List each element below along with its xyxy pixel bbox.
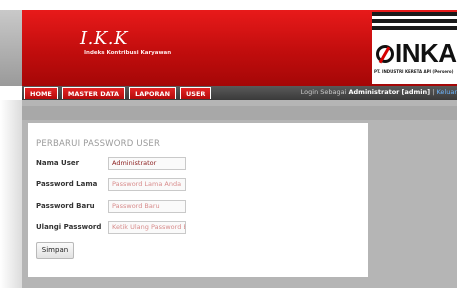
nav-item-home[interactable]: HOME bbox=[24, 87, 58, 99]
nav-item-laporan[interactable]: LAPORAN bbox=[129, 87, 177, 99]
company-logo: INKA PT. INDUSTRI KERETA API (Persero) bbox=[372, 12, 457, 84]
panel-title: PERBARUI PASSWORD USER bbox=[36, 139, 161, 149]
main-menu: HOME MASTER DATA LAPORAN USER bbox=[24, 87, 212, 99]
field-label-password-lama: Password Lama bbox=[36, 180, 98, 188]
login-prefix: Login Sebagai bbox=[300, 88, 347, 96]
logout-link[interactable]: Keluar bbox=[436, 88, 457, 96]
logo-o-icon bbox=[376, 45, 394, 63]
field-label-password-baru: Password Baru bbox=[36, 202, 95, 210]
content-strip bbox=[22, 106, 457, 120]
logo-mark: INKA bbox=[376, 38, 457, 69]
field-label-nama-user: Nama User bbox=[36, 159, 80, 167]
login-user: admin bbox=[404, 88, 428, 96]
logo-caption: PT. INDUSTRI KERETA API (Persero) bbox=[374, 69, 454, 74]
app-title: I.K.K bbox=[80, 28, 128, 49]
app-subtitle: Indeks Kontribusi Karyawan bbox=[84, 50, 172, 56]
login-separator: | bbox=[432, 88, 435, 96]
password-lama-field[interactable]: Password Lama Anda bbox=[108, 178, 186, 191]
update-password-panel: PERBARUI PASSWORD USER Nama User Adminis… bbox=[28, 123, 368, 277]
ulangi-password-field[interactable]: Ketik Ulang Password Baru bbox=[108, 221, 186, 234]
header-edge bbox=[0, 10, 22, 86]
app-window: I.K.K Indeks Kontribusi Karyawan INKA PT… bbox=[0, 0, 457, 288]
nav-item-master-data[interactable]: MASTER DATA bbox=[61, 87, 126, 99]
nama-user-field[interactable]: Administrator bbox=[108, 157, 186, 170]
password-baru-field[interactable]: Password Baru bbox=[108, 200, 186, 213]
login-info: Login Sebagai Administrator [admin] | Ke… bbox=[300, 88, 457, 96]
field-label-ulangi-password: Ulangi Password bbox=[36, 223, 102, 231]
content-edge bbox=[0, 100, 22, 288]
nav-item-user[interactable]: USER bbox=[180, 87, 212, 99]
login-name: Administrator bbox=[348, 88, 400, 96]
logo-stripes bbox=[372, 12, 457, 34]
save-button[interactable]: Simpan bbox=[36, 242, 74, 259]
logo-text: INKA bbox=[395, 38, 457, 68]
